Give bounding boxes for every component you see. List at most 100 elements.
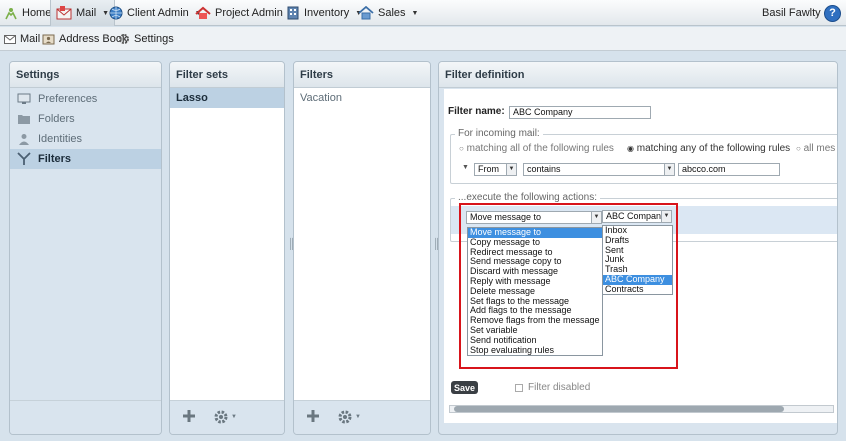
save-button[interactable]: Save bbox=[451, 381, 478, 394]
checkbox-icon bbox=[515, 383, 523, 392]
highlight-annotation-box bbox=[459, 203, 678, 369]
nav-home-label: Home bbox=[22, 7, 52, 19]
mail-icon bbox=[4, 34, 16, 44]
globe-icon bbox=[109, 6, 123, 20]
subnav-mail-label: Mail bbox=[20, 33, 41, 45]
chevron-down-icon: ▼ bbox=[506, 164, 516, 175]
rule-operator-select[interactable]: contains ▼ bbox=[523, 163, 675, 176]
filter-definition-title: Filter definition bbox=[439, 62, 837, 88]
nav-sales[interactable]: Sales ▼ bbox=[358, 0, 418, 26]
incoming-mail-fieldset bbox=[450, 134, 837, 184]
panel-splitter[interactable]: ║ bbox=[288, 238, 295, 252]
settings-panel-title: Settings bbox=[10, 62, 161, 88]
settings-item-label: Identities bbox=[38, 133, 83, 145]
filter-item-label: Vacation bbox=[300, 92, 342, 104]
rule-value-input[interactable]: abcco.com bbox=[678, 163, 780, 176]
chevron-down-icon: ▼ bbox=[664, 164, 674, 175]
settings-item-label: Filters bbox=[38, 153, 72, 165]
filters-panel-title: Filters bbox=[294, 62, 430, 88]
rule-operator-value: contains bbox=[527, 164, 561, 174]
gear-icon bbox=[118, 33, 130, 45]
settings-item-folders[interactable]: Folders bbox=[10, 109, 161, 129]
nav-client-admin-label: Client Admin bbox=[127, 7, 189, 19]
building-icon bbox=[286, 6, 300, 20]
settings-item-identities[interactable]: Identities bbox=[10, 129, 161, 149]
nav-project-admin[interactable]: Project Admin ▼ bbox=[195, 0, 296, 26]
gear-icon bbox=[337, 409, 353, 425]
radio-all-messages[interactable]: ○ all mes bbox=[796, 143, 835, 154]
home-icon bbox=[4, 6, 18, 20]
panel-splitter[interactable]: ║ bbox=[433, 238, 440, 252]
filter-disabled-toggle[interactable]: Filter disabled bbox=[515, 382, 590, 393]
filters-panel: Filters Vacation ▼ bbox=[293, 61, 431, 435]
radio-selected-icon: ◉ bbox=[627, 144, 634, 153]
filter-sets-panel-footer: ▼ bbox=[170, 400, 284, 434]
filter-set-label: Lasso bbox=[176, 92, 208, 104]
filter-sets-panel-title: Filter sets bbox=[170, 62, 284, 88]
plus-icon bbox=[306, 409, 320, 423]
filter-item[interactable]: Vacation bbox=[294, 88, 430, 108]
settings-panel: Settings Preferences Folders Identities … bbox=[9, 61, 162, 435]
settings-item-label: Folders bbox=[38, 113, 75, 125]
chevron-down-icon: ▼ bbox=[355, 414, 361, 420]
filter-name-label: Filter name: bbox=[448, 106, 505, 117]
nav-inventory[interactable]: Inventory ▼ bbox=[286, 0, 362, 26]
help-button[interactable]: ? bbox=[824, 0, 841, 26]
settings-item-preferences[interactable]: Preferences bbox=[10, 89, 161, 109]
filter-name-input[interactable]: ABC Company bbox=[509, 106, 651, 119]
subnav-mail[interactable]: Mail bbox=[4, 27, 40, 51]
project-icon bbox=[195, 6, 211, 20]
rule-header-value: From bbox=[478, 164, 499, 174]
nav-home[interactable]: Home bbox=[4, 0, 51, 26]
horizontal-scrollbar[interactable] bbox=[449, 405, 834, 413]
filter-actions-button[interactable]: ▼ bbox=[337, 409, 361, 425]
filter-sets-panel: Filter sets Lasso ▼ bbox=[169, 61, 285, 435]
actions-legend: ...execute the following actions: bbox=[455, 192, 600, 203]
mail-icon bbox=[56, 6, 72, 20]
add-filter-button[interactable] bbox=[306, 409, 320, 423]
radio-icon: ○ bbox=[796, 144, 801, 153]
incoming-mail-legend: For incoming mail: bbox=[455, 128, 543, 139]
subnav-address-book[interactable]: Address Book bbox=[42, 27, 127, 51]
nav-mail-label: Mail bbox=[76, 7, 97, 19]
settings-panel-footer bbox=[10, 400, 161, 434]
nav-inventory-label: Inventory bbox=[304, 7, 350, 19]
user-menu[interactable]: Basil Fawlty ▼ bbox=[762, 0, 834, 26]
filters-panel-footer: ▼ bbox=[294, 400, 430, 434]
house-icon bbox=[358, 6, 374, 20]
radio-match-all-label: matching all of the following rules bbox=[466, 143, 614, 154]
nav-client-admin[interactable]: Client Admin ▼ bbox=[109, 0, 202, 26]
radio-icon: ○ bbox=[459, 144, 464, 153]
plus-icon bbox=[182, 409, 196, 423]
filter-icon bbox=[16, 152, 32, 166]
gear-icon bbox=[213, 409, 229, 425]
chevron-down-icon: ▼ bbox=[231, 414, 237, 420]
settings-item-filters[interactable]: Filters bbox=[10, 149, 161, 169]
chevron-down-icon: ▼ bbox=[411, 9, 419, 17]
nav-project-admin-label: Project Admin bbox=[215, 7, 283, 19]
monitor-icon bbox=[16, 93, 32, 105]
settings-item-label: Preferences bbox=[38, 93, 98, 105]
nav-sales-label: Sales bbox=[378, 7, 406, 19]
radio-all-messages-label: all mes bbox=[803, 143, 836, 154]
subnav-settings-label: Settings bbox=[134, 33, 174, 45]
top-navigation-bar: Home Mail ▼ Client Admin ▼ Project Admin… bbox=[0, 0, 846, 26]
radio-match-all[interactable]: ○ matching all of the following rules bbox=[459, 143, 614, 154]
folder-icon bbox=[16, 113, 32, 125]
rule-header-select[interactable]: From ▼ bbox=[474, 163, 517, 176]
address-book-icon bbox=[42, 34, 55, 45]
help-icon: ? bbox=[824, 4, 841, 22]
nav-mail[interactable]: Mail ▼ bbox=[50, 0, 116, 26]
radio-match-any-label: matching any of the following rules bbox=[636, 143, 791, 154]
filter-set-item[interactable]: Lasso bbox=[170, 88, 284, 108]
person-icon bbox=[16, 133, 32, 145]
radio-match-any[interactable]: ◉ matching any of the following rules bbox=[627, 143, 790, 154]
add-filter-set-button[interactable] bbox=[182, 409, 196, 423]
mail-toolbar: Mail Address Book Settings bbox=[0, 27, 846, 51]
rule-collapse-icon[interactable]: ▼ bbox=[462, 164, 469, 171]
filter-set-actions-button[interactable]: ▼ bbox=[213, 409, 237, 425]
scrollbar-thumb[interactable] bbox=[454, 406, 784, 412]
user-name: Basil Fawlty bbox=[762, 7, 821, 19]
subnav-settings[interactable]: Settings bbox=[118, 27, 174, 51]
filter-disabled-label: Filter disabled bbox=[528, 382, 591, 393]
